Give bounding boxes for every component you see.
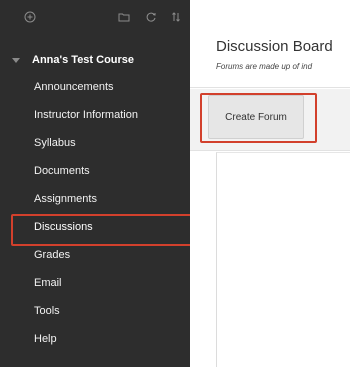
sidebar-item-tools[interactable]: Tools: [0, 297, 190, 325]
add-icon[interactable]: [24, 11, 36, 23]
action-bar: Create Forum: [190, 89, 350, 151]
create-forum-button[interactable]: Create Forum: [208, 95, 304, 139]
sidebar-item-email[interactable]: Email: [0, 269, 190, 297]
sidebar-item-help[interactable]: Help: [0, 325, 190, 353]
sidebar-item-label: Email: [34, 277, 62, 289]
main-content: Discussion Board Forums are made up of i…: [190, 0, 350, 367]
sidebar-item-instructor-information[interactable]: Instructor Information: [0, 101, 190, 129]
sidebar-item-label: Help: [34, 333, 57, 345]
course-title-label: Anna's Test Course: [32, 54, 135, 66]
course-menu: Announcements Instructor Information Syl…: [0, 73, 193, 353]
sidebar-item-label: Tools: [34, 305, 60, 317]
sidebar-item-label: Announcements: [34, 81, 114, 93]
sidebar-item-label: Discussions: [34, 221, 93, 233]
sidebar-item-discussions[interactable]: Discussions: [0, 213, 193, 246]
course-sidebar: Anna's Test Course Announcements Instruc…: [0, 0, 193, 367]
sidebar-toolbar: [0, 0, 190, 36]
sidebar-item-grades[interactable]: Grades: [0, 241, 190, 269]
page-header: Discussion Board Forums are made up of i…: [190, 0, 350, 88]
sidebar-item-label: Assignments: [34, 193, 97, 205]
folder-icon[interactable]: [118, 11, 130, 23]
sidebar-item-assignments[interactable]: Assignments: [0, 185, 190, 213]
sort-icon[interactable]: [170, 11, 182, 23]
course-title[interactable]: Anna's Test Course: [12, 52, 134, 68]
sidebar-item-label: Documents: [34, 165, 90, 177]
refresh-icon[interactable]: [145, 11, 157, 23]
sidebar-item-label: Grades: [34, 249, 71, 261]
page-subtitle: Forums are made up of ind: [216, 62, 313, 71]
page-title: Discussion Board: [216, 38, 333, 55]
sidebar-item-label: Syllabus: [34, 137, 76, 149]
sidebar-item-label: Instructor Information: [34, 109, 138, 121]
sidebar-item-announcements[interactable]: Announcements: [0, 73, 190, 101]
sidebar-item-syllabus[interactable]: Syllabus: [0, 129, 190, 157]
sidebar-item-documents[interactable]: Documents: [0, 157, 190, 185]
forum-list-panel: [216, 152, 350, 367]
collapse-caret-icon[interactable]: [12, 57, 20, 63]
